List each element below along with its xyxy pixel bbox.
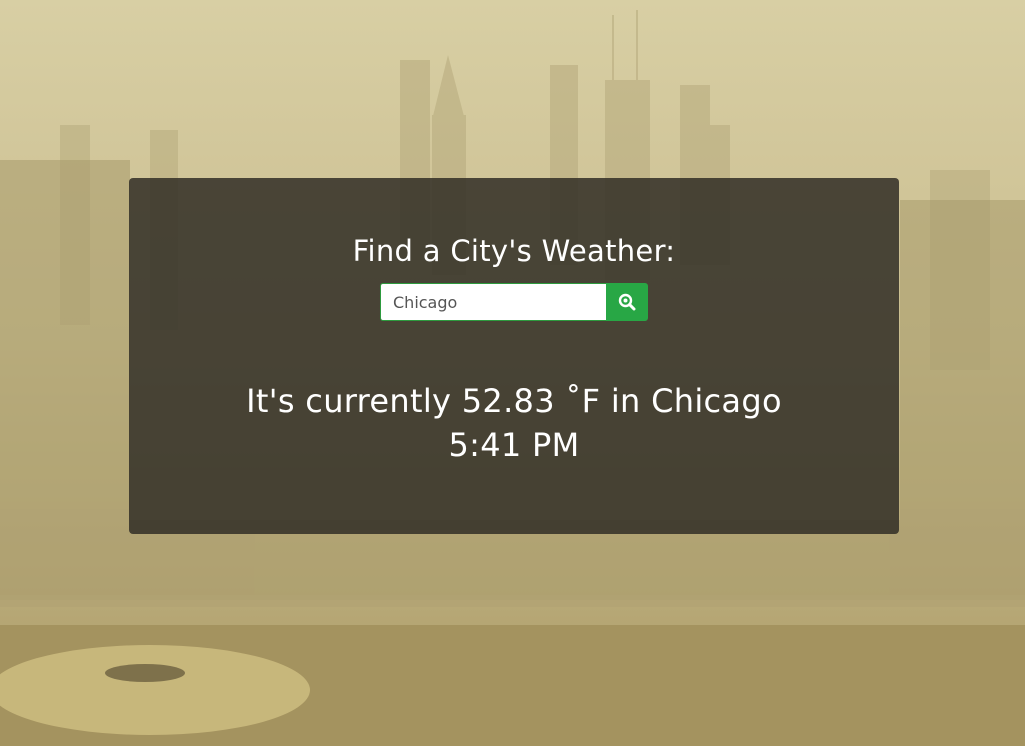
search-button[interactable] [606,283,648,321]
search-magnifier-icon [618,293,636,311]
page-title: Find a City's Weather: [352,234,676,268]
city-search-input[interactable] [380,283,606,321]
weather-panel: Find a City's Weather: It's currently 52… [129,178,899,534]
local-time: 5:41 PM [448,426,580,464]
current-weather-text: It's currently 52.83 ˚F in Chicago [129,382,899,420]
temperature-value: 52.83 [461,382,555,420]
temperature-unit: ˚F [565,382,601,420]
weather-prefix: It's currently [246,382,452,420]
city-search-form [380,283,648,321]
city-name: Chicago [651,382,782,420]
city-prefix: in [610,382,641,420]
